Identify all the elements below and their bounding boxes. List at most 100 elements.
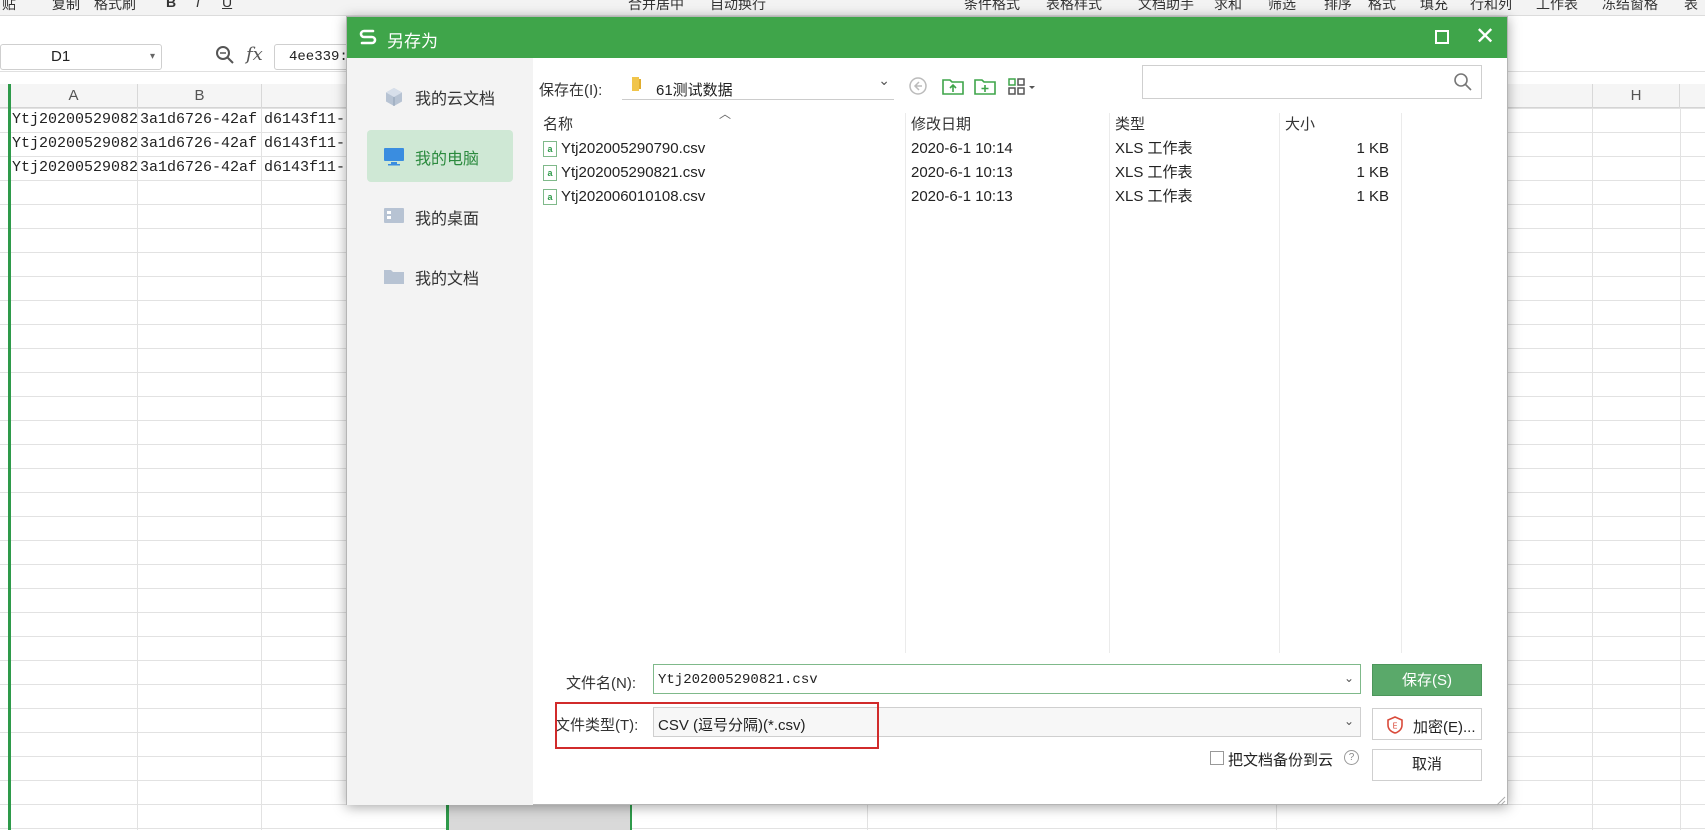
file-row[interactable]: a Ytj202005290790.csv 2020-6-1 10:14 XLS… (539, 137, 1443, 161)
format-button[interactable]: 格式 (1368, 0, 1396, 14)
cell-b1[interactable]: 3a1d6726-42af (138, 108, 261, 132)
sum-button[interactable]: 求和 (1214, 0, 1242, 14)
backup-checkbox[interactable] (1210, 751, 1224, 765)
dialog-titlebar[interactable]: 另存为 ✕ (347, 17, 1507, 58)
csv-file-icon: a (543, 165, 557, 181)
cell-c2[interactable]: d6143f11- (262, 132, 346, 156)
save-button[interactable]: 保存(S) (1372, 664, 1482, 696)
cell-b2[interactable]: 3a1d6726-42af (138, 132, 261, 156)
filename-label: 文件名(N): (566, 675, 636, 692)
csv-file-icon: a (543, 141, 557, 157)
sidebar-item-desktop[interactable]: 我的桌面 (367, 190, 513, 242)
cloud-cube-icon (383, 86, 405, 106)
format-painter-button[interactable]: 格式刷 (94, 0, 136, 14)
resize-grip-icon[interactable] (1496, 793, 1506, 806)
sort-up-icon: ︿ (719, 107, 732, 121)
new-folder-icon[interactable] (973, 75, 997, 97)
file-size: 1 KB (1356, 188, 1389, 205)
backup-label[interactable]: 把文档备份到云 (1228, 749, 1333, 770)
file-modified: 2020-6-1 10:14 (911, 140, 1013, 157)
view-options-icon[interactable] (1007, 75, 1041, 97)
column-header-type[interactable]: 类型 (1115, 113, 1145, 137)
up-folder-icon[interactable] (941, 75, 965, 97)
name-box[interactable]: D1 ▾ (0, 44, 162, 70)
folder-icon (383, 266, 405, 286)
location-label: 保存在(I): (539, 82, 603, 99)
fx-icon[interactable]: fx (246, 44, 263, 65)
sidebar-item-cloud-docs[interactable]: 我的云文档 (367, 70, 513, 122)
underline-button[interactable]: U (222, 0, 232, 10)
chevron-down-icon[interactable]: ▾ (150, 45, 155, 69)
cell-c3[interactable]: d6143f11- (262, 156, 346, 180)
zoom-icon[interactable] (215, 45, 235, 70)
column-header-modified[interactable]: 修改日期 (911, 113, 971, 137)
file-size: 1 KB (1356, 164, 1389, 181)
cell-a3[interactable]: Ytj20200529082 (10, 156, 137, 180)
copy-button[interactable]: 复制 (52, 0, 80, 14)
annotation-highlight-box (555, 702, 879, 749)
column-header-a[interactable]: A (10, 84, 138, 108)
file-modified: 2020-6-1 10:13 (911, 164, 1013, 181)
conditional-format-button[interactable]: 条件格式 (964, 0, 1020, 14)
doc-assistant-button[interactable]: 文档助手 (1138, 0, 1194, 14)
ribbon-item[interactable]: 表 (1684, 0, 1698, 14)
search-input[interactable] (1142, 65, 1482, 99)
encrypt-button[interactable]: E 加密(E)... (1372, 708, 1482, 740)
cell-reference: D1 (51, 48, 71, 65)
back-icon[interactable] (907, 75, 931, 97)
sidebar-item-label: 我的文档 (415, 271, 480, 288)
encrypt-label: 加密(E)... (1413, 719, 1476, 736)
column-header-h[interactable]: H (1592, 84, 1680, 108)
chevron-down-icon[interactable]: ⌄ (1344, 671, 1354, 685)
column-header-name[interactable]: 名称 (543, 113, 573, 137)
computer-icon (383, 146, 405, 166)
bold-button[interactable]: B (166, 0, 176, 10)
folder-icon (630, 76, 646, 92)
italic-button[interactable]: I (196, 0, 200, 10)
sidebar-item-documents[interactable]: 我的文档 (367, 250, 513, 302)
sidebar-item-label: 我的电脑 (415, 151, 480, 168)
file-list: 名称 ︿ 修改日期 类型 大小 a Ytj202005290790.csv 20… (539, 107, 1443, 653)
cell-a2[interactable]: Ytj20200529082 (10, 132, 137, 156)
file-name: Ytj202006010108.csv (561, 188, 706, 205)
file-modified: 2020-6-1 10:13 (911, 188, 1013, 205)
cell-b3[interactable]: 3a1d6726-42af (138, 156, 261, 180)
chevron-down-icon[interactable]: ⌄ (1344, 714, 1354, 728)
desktop-icon (383, 206, 405, 226)
location-dropdown[interactable]: 61测试数据 ⌄ (622, 72, 894, 100)
wps-logo-icon (357, 26, 379, 48)
close-button[interactable]: ✕ (1472, 24, 1498, 50)
file-row[interactable]: a Ytj202005290821.csv 2020-6-1 10:13 XLS… (539, 161, 1443, 185)
chevron-down-icon[interactable]: ⌄ (878, 72, 890, 89)
file-type: XLS 工作表 (1115, 140, 1193, 157)
file-name: Ytj202005290790.csv (561, 140, 706, 157)
cell-a1[interactable]: Ytj20200529082 (10, 108, 137, 132)
ribbon-item[interactable]: 贴 (2, 0, 16, 14)
merge-center-button[interactable]: 合并居中 (628, 0, 684, 14)
fill-button[interactable]: 填充 (1420, 0, 1448, 14)
sort-button[interactable]: 排序 (1324, 0, 1352, 14)
filename-input[interactable]: Ytj202005290821.csv ⌄ (653, 664, 1361, 694)
column-header-b[interactable]: B (138, 84, 262, 108)
column-header-size[interactable]: 大小 (1285, 113, 1315, 137)
help-icon[interactable]: ? (1344, 750, 1359, 765)
sidebar-item-label: 我的云文档 (415, 91, 496, 108)
cancel-button[interactable]: 取消 (1372, 749, 1482, 781)
formula-input[interactable]: 4ee339: (274, 44, 354, 70)
cell-c1[interactable]: d6143f11- (262, 108, 346, 132)
sidebar-item-my-computer[interactable]: 我的电脑 (367, 130, 513, 182)
worksheet-button[interactable]: 工作表 (1536, 0, 1578, 14)
file-row[interactable]: a Ytj202006010108.csv 2020-6-1 10:13 XLS… (539, 185, 1443, 209)
file-name: Ytj202005290821.csv (561, 164, 706, 181)
table-style-button[interactable]: 表格样式 (1046, 0, 1102, 14)
filter-button[interactable]: 筛选 (1268, 0, 1296, 14)
freeze-panes-button[interactable]: 冻结窗格 (1602, 0, 1658, 14)
location-sidebar: 我的云文档 我的电脑 我的桌面 我的文档 (347, 58, 533, 805)
file-type: XLS 工作表 (1115, 188, 1193, 205)
filename-value: Ytj202005290821.csv (658, 672, 818, 688)
location-value: 61测试数据 (656, 82, 733, 99)
rows-cols-button[interactable]: 行和列 (1470, 0, 1512, 14)
wrap-text-button[interactable]: 自动换行 (710, 0, 766, 14)
maximize-button[interactable] (1431, 26, 1453, 48)
search-icon[interactable] (1453, 72, 1473, 92)
